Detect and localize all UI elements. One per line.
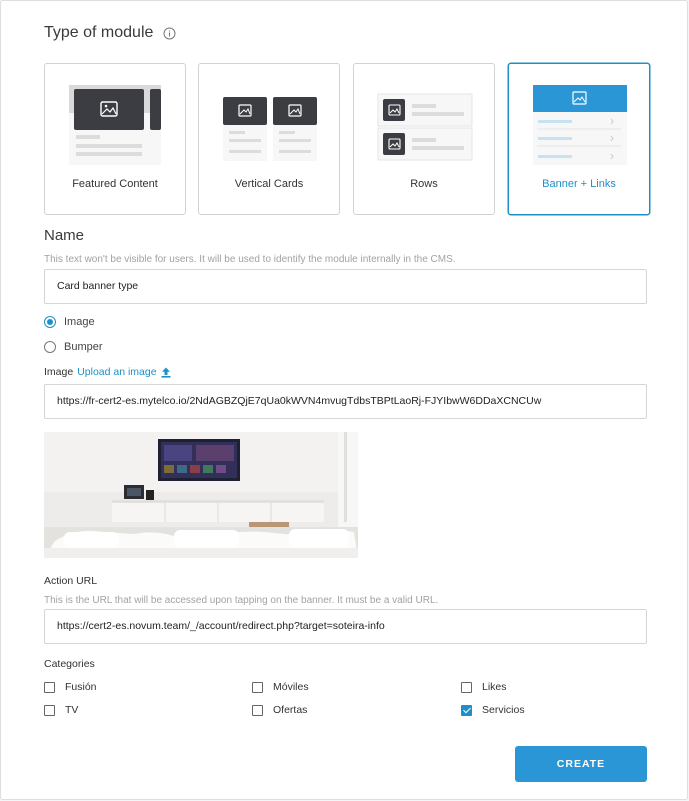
radio-bumper-button[interactable] [44, 341, 56, 353]
create-button[interactable]: CREATE [515, 746, 647, 782]
radio-bumper-label: Bumper [64, 341, 103, 353]
featured-content-illustration [69, 85, 161, 165]
radio-image-label: Image [64, 316, 95, 328]
category-servicios-label: Servicios [482, 704, 525, 716]
category-moviles[interactable]: Móviles [252, 681, 309, 693]
card-label-banner-links: Banner + Links [542, 178, 616, 190]
action-url-label: Action URL [44, 575, 98, 587]
category-moviles-checkbox[interactable] [252, 681, 263, 693]
module-type-options: Featured Content Vertical Cards Rows Ban… [44, 63, 651, 215]
category-likes[interactable]: Likes [461, 681, 507, 693]
card-label-vertical-cards: Vertical Cards [234, 178, 304, 190]
banner-links-illustration [533, 85, 627, 165]
module-type-title: Type of module [44, 24, 154, 41]
category-ofertas[interactable]: Ofertas [252, 704, 307, 716]
category-ofertas-checkbox[interactable] [252, 704, 263, 716]
module-type-vertical-cards[interactable]: Vertical Cards [198, 63, 340, 215]
name-section-title: Name [44, 227, 85, 244]
upload-image-link[interactable]: Upload an image [77, 366, 156, 378]
action-url-hint: This is the URL that will be accessed up… [44, 595, 439, 606]
upload-icon[interactable] [161, 367, 171, 378]
card-label-featured-content: Featured Content [72, 178, 158, 190]
image-preview [44, 432, 358, 558]
info-icon[interactable] [163, 27, 176, 40]
module-type-header: Type of module [44, 24, 176, 42]
radio-bumper[interactable]: Bumper [44, 341, 103, 353]
name-hint: This text won't be visible for users. It… [44, 254, 456, 265]
categories-label: Categories [44, 658, 95, 670]
name-input[interactable]: Card banner type [44, 269, 647, 304]
category-moviles-label: Móviles [273, 681, 309, 693]
module-type-banner-links[interactable]: Banner + Links [508, 63, 650, 215]
card-label-rows: Rows [410, 178, 438, 190]
category-fusion-checkbox[interactable] [44, 681, 55, 693]
radio-image[interactable]: Image [44, 316, 95, 328]
category-likes-checkbox[interactable] [461, 681, 472, 693]
radio-image-button[interactable] [44, 316, 56, 328]
module-type-featured-content[interactable]: Featured Content [44, 63, 186, 215]
category-likes-label: Likes [482, 681, 507, 693]
action-url-input[interactable]: https://cert2-es.novum.team/_/account/re… [44, 609, 647, 644]
module-type-rows[interactable]: Rows [353, 63, 495, 215]
create-module-panel: Type of module Featured Content Vertical… [0, 0, 688, 800]
vertical-cards-illustration [223, 97, 317, 161]
category-servicios-checkbox[interactable] [461, 704, 472, 716]
image-label-row: Image Upload an image [44, 366, 171, 378]
image-url-input[interactable]: https://fr-cert2-es.mytelco.io/2NdAGBZQj… [44, 384, 647, 419]
rows-illustration [377, 93, 473, 161]
category-tv-checkbox[interactable] [44, 704, 55, 716]
category-tv[interactable]: TV [44, 704, 78, 716]
category-fusion-label: Fusión [65, 681, 97, 693]
category-servicios[interactable]: Servicios [461, 704, 525, 716]
category-ofertas-label: Ofertas [273, 704, 308, 716]
category-tv-label: TV [65, 704, 79, 716]
image-field-label: Image [44, 366, 74, 378]
category-fusion[interactable]: Fusión [44, 681, 97, 693]
